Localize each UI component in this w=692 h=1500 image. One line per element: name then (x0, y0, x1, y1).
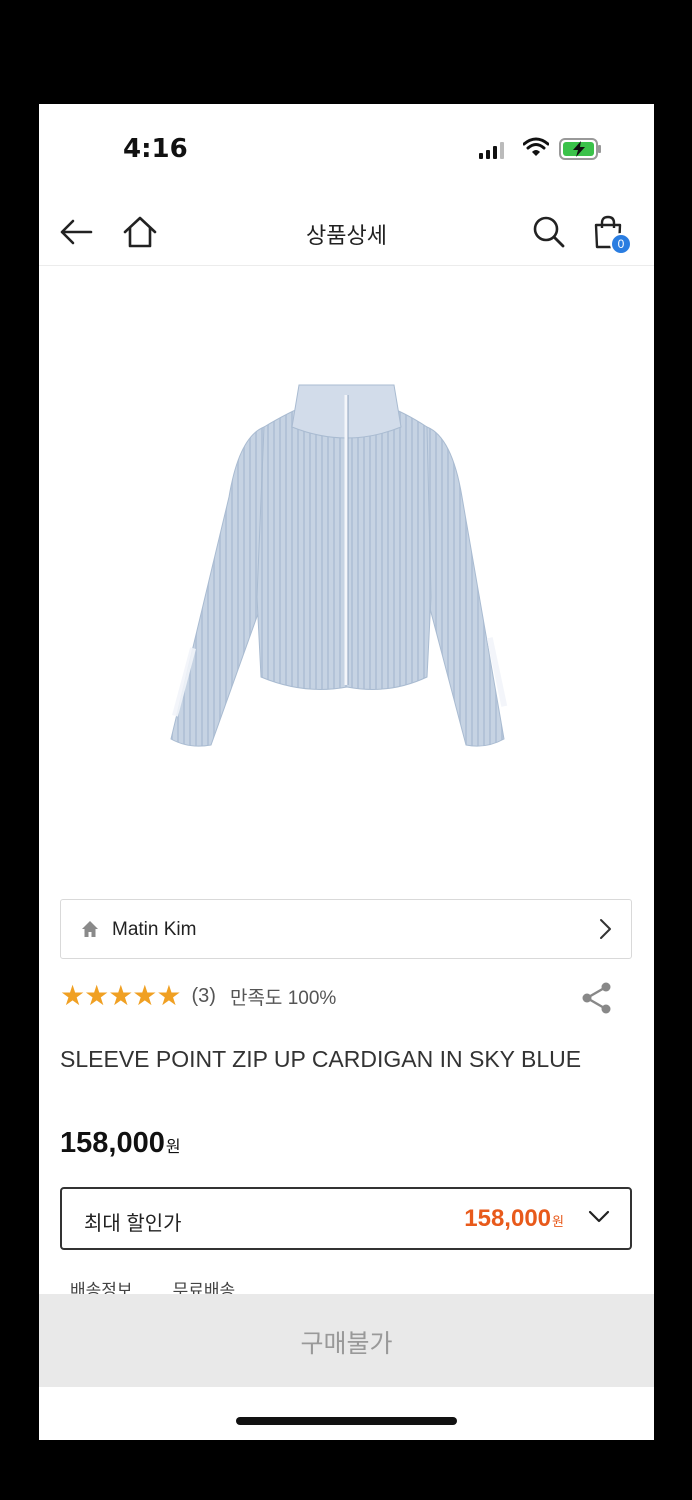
status-time: 4:16 (123, 134, 188, 164)
price-currency: 원 (165, 1139, 181, 1156)
max-discount-currency: 원 (552, 1214, 564, 1229)
max-discount-price: 158,000원 (464, 1205, 564, 1233)
wifi-icon (523, 137, 549, 156)
rating-summary[interactable]: ★★★★★ (3) 만족도 100% (60, 979, 336, 1013)
status-bar: 4:16 (39, 104, 654, 196)
brand-name: Matin Kim (112, 919, 197, 940)
max-discount-dropdown[interactable]: 최대 할인가 158,000원 (60, 1187, 632, 1250)
brand-shop-link[interactable]: Matin Kim (60, 899, 632, 959)
max-discount-label: 최대 할인가 (84, 1213, 182, 1235)
shipping-value: 무료배송 (172, 1281, 236, 1294)
star-rating: ★★★★★ (60, 980, 182, 1011)
shipping-label: 배송정보 (70, 1281, 133, 1294)
cellular-signal-icon (479, 141, 504, 159)
chevron-down-icon (588, 1210, 610, 1223)
buy-button[interactable]: 구매불가 (39, 1294, 654, 1387)
product-image[interactable] (39, 267, 654, 887)
review-count: (3) (191, 984, 216, 1007)
product-title: SLEEVE POINT ZIP UP CARDIGAN IN SKY BLUE (60, 1046, 582, 1072)
buy-button-label: 구매불가 (300, 1330, 393, 1358)
home-indicator[interactable] (236, 1417, 457, 1425)
cardigan-image (170, 384, 508, 747)
price-value: 158,000 (60, 1127, 165, 1159)
chevron-right-icon (600, 919, 611, 939)
top-navigation-bar: 상품상세 (39, 196, 654, 266)
share-icon[interactable] (580, 981, 614, 1015)
battery-charging-icon (559, 138, 601, 160)
search-icon (533, 216, 565, 248)
satisfaction-rate: 만족도 100% (229, 987, 337, 1009)
store-home-icon (82, 921, 98, 937)
search-button[interactable] (529, 212, 569, 252)
phone-screen: 4:16 상품상세 0 Matin Kim ★★★★★ (3) 만족도 100%… (39, 104, 654, 1440)
cart-count-badge: 0 (610, 233, 632, 255)
product-price: 158,000원 (60, 1127, 181, 1160)
shipping-info-row: 배송정보 무료배송 (70, 1276, 235, 1294)
max-discount-value: 158,000 (464, 1205, 552, 1232)
